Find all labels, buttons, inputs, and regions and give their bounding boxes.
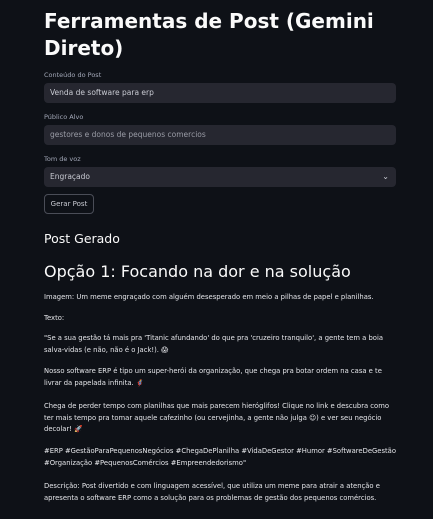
page-title: Ferramentas de Post (Gemini Direto) xyxy=(44,9,374,60)
chevron-down-icon: ⌄ xyxy=(382,172,389,181)
audience-input[interactable]: gestores e donos de pequenos comercios xyxy=(44,125,396,145)
content-input[interactable]: Venda de software para erp xyxy=(44,83,396,103)
post-hashtags: #ERP #GestãoParaPequenosNegócios #ChegaD… xyxy=(44,447,396,467)
content-label: Conteúdo do Post xyxy=(44,71,102,79)
tone-selected-value: Engraçado xyxy=(50,172,91,181)
tone-select[interactable]: Engraçado ⌄ xyxy=(44,167,396,187)
post-quote: "Se a sua gestão tá mais pra 'Titanic af… xyxy=(44,334,383,354)
tone-label: Tom de voz xyxy=(44,155,81,163)
post-paragraph-2: Nosso software ERP é tipo um super-herói… xyxy=(44,367,382,387)
post-paragraph-3: Chega de perder tempo com planilhas que … xyxy=(44,402,389,433)
audience-value: gestores e donos de pequenos comercios xyxy=(50,130,206,139)
audience-label: Público Alvo xyxy=(44,113,84,121)
option-title: Opção 1: Focando na dor e na solução xyxy=(44,262,351,281)
post-description: Descrição: Post divertido e com linguage… xyxy=(44,482,380,502)
image-description: Imagem: Um meme engraçado com alguém des… xyxy=(44,293,374,301)
generate-post-button[interactable]: Gerar Post xyxy=(44,194,94,214)
text-label: Texto: xyxy=(44,314,65,322)
generated-post-heading: Post Gerado xyxy=(44,231,120,246)
